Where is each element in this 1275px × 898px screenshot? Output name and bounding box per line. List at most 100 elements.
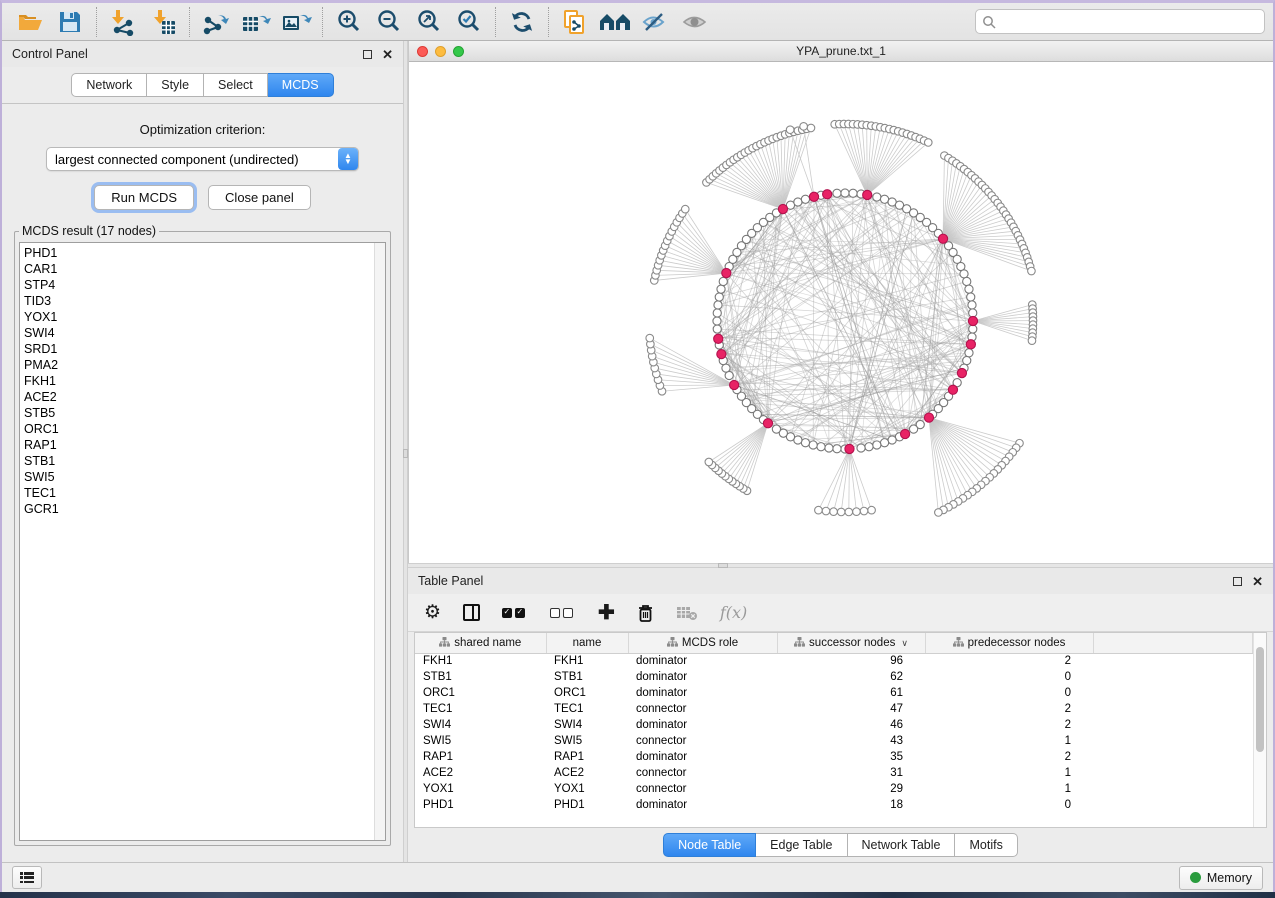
- mcds-result-item[interactable]: ACE2: [24, 389, 385, 405]
- table-row[interactable]: TEC1TEC1connector472: [415, 701, 1253, 717]
- search-input[interactable]: [1001, 15, 1258, 29]
- select-all-icon[interactable]: [502, 608, 528, 618]
- table-row[interactable]: SWI4SWI4dominator462: [415, 717, 1253, 733]
- network-node: [960, 270, 968, 278]
- mcds-result-item[interactable]: SWI5: [24, 469, 385, 485]
- search-box: [975, 9, 1265, 34]
- result-list-scrollbar[interactable]: [374, 243, 385, 840]
- network-node: [1028, 337, 1036, 345]
- mcds-result-list[interactable]: PHD1CAR1STP4TID3YOX1SWI4SRD1PMA2FKH1ACE2…: [19, 242, 386, 841]
- column-header-name[interactable]: name: [546, 633, 628, 653]
- float-panel-icon[interactable]: [363, 50, 372, 59]
- table-row[interactable]: SWI5SWI5connector431: [415, 733, 1253, 749]
- tab-network[interactable]: Network: [71, 73, 147, 97]
- table-row[interactable]: RAP1RAP1dominator352: [415, 749, 1253, 765]
- table-scrollbar[interactable]: [1253, 633, 1266, 827]
- show-all-icon[interactable]: [675, 6, 715, 38]
- import-network-icon[interactable]: [103, 6, 143, 38]
- mcds-result-item[interactable]: STB1: [24, 453, 385, 469]
- export-table-icon[interactable]: [236, 6, 276, 38]
- hide-selected-icon[interactable]: [635, 6, 675, 38]
- float-table-panel-icon[interactable]: [1233, 577, 1242, 586]
- column-header-predecessor-nodes[interactable]: predecessor nodes: [925, 633, 1093, 653]
- network-node: [801, 439, 809, 447]
- mcds-result-item[interactable]: FKH1: [24, 373, 385, 389]
- maximize-window-icon[interactable]: [453, 46, 464, 57]
- network-node: [646, 334, 654, 342]
- settings-gear-icon[interactable]: ⚙: [424, 603, 441, 622]
- mcds-result-item[interactable]: TEC1: [24, 485, 385, 501]
- network-view: YPA_prune.txt_1: [408, 41, 1273, 563]
- panel-toggle-button[interactable]: [12, 866, 42, 889]
- mcds-result-item[interactable]: GCR1: [24, 501, 385, 517]
- tab-node-table[interactable]: Node Table: [663, 833, 756, 857]
- save-session-icon[interactable]: [50, 6, 90, 38]
- duplicate-network-icon[interactable]: [555, 6, 595, 38]
- mcds-result-item[interactable]: STB5: [24, 405, 385, 421]
- import-table-icon[interactable]: [143, 6, 183, 38]
- tab-mcds[interactable]: MCDS: [268, 73, 334, 97]
- vertical-splitter[interactable]: [403, 41, 408, 862]
- network-node: [845, 508, 853, 516]
- network-node: [715, 293, 723, 301]
- zoom-in-icon[interactable]: [329, 6, 369, 38]
- tab-style[interactable]: Style: [147, 73, 204, 97]
- table-row[interactable]: ORC1ORC1dominator610: [415, 685, 1253, 701]
- network-node: [857, 444, 865, 452]
- close-panel-icon[interactable]: ✕: [382, 48, 393, 61]
- minimize-window-icon[interactable]: [435, 46, 446, 57]
- tab-motifs[interactable]: Motifs: [955, 833, 1017, 857]
- zoom-selected-icon[interactable]: [449, 6, 489, 38]
- mcds-result-item[interactable]: SRD1: [24, 341, 385, 357]
- mcds-result-item[interactable]: TID3: [24, 293, 385, 309]
- export-network-icon[interactable]: [196, 6, 236, 38]
- mcds-result-item[interactable]: CAR1: [24, 261, 385, 277]
- mcds-result-item[interactable]: PHD1: [24, 245, 385, 261]
- network-node: [801, 195, 809, 203]
- mcds-result-item[interactable]: YOX1: [24, 309, 385, 325]
- mcds-result-item[interactable]: RAP1: [24, 437, 385, 453]
- network-node: [860, 507, 868, 515]
- mcds-result-item[interactable]: PMA2: [24, 357, 385, 373]
- column-header-MCDS-role[interactable]: MCDS role: [628, 633, 777, 653]
- mcds-result-item[interactable]: SWI4: [24, 325, 385, 341]
- network-node: [822, 507, 830, 515]
- zoom-out-icon[interactable]: [369, 6, 409, 38]
- memory-status-icon: [1190, 872, 1201, 883]
- table-row[interactable]: PHD1PHD1dominator180: [415, 797, 1253, 813]
- criterion-selected-value: largest connected component (undirected): [55, 152, 338, 167]
- close-table-panel-icon[interactable]: ✕: [1252, 575, 1263, 588]
- network-canvas[interactable]: [409, 62, 1273, 563]
- show-columns-icon[interactable]: [463, 604, 480, 621]
- run-mcds-button[interactable]: Run MCDS: [94, 185, 194, 210]
- mcds-result-item[interactable]: ORC1: [24, 421, 385, 437]
- deselect-all-icon[interactable]: [550, 608, 576, 618]
- close-window-icon[interactable]: [417, 46, 428, 57]
- network-node: [817, 443, 825, 451]
- export-image-icon[interactable]: [276, 6, 316, 38]
- tab-network-table[interactable]: Network Table: [848, 833, 956, 857]
- network-node: [833, 189, 841, 197]
- close-panel-button[interactable]: Close panel: [208, 185, 311, 210]
- refresh-icon[interactable]: [502, 6, 542, 38]
- column-header-successor-nodes[interactable]: successor nodes∨: [777, 633, 925, 653]
- cytoscape-window: Control Panel ✕ NetworkStyleSelectMCDS O…: [0, 0, 1275, 892]
- table-row[interactable]: YOX1YOX1connector291: [415, 781, 1253, 797]
- table-row[interactable]: ACE2ACE2connector311: [415, 765, 1253, 781]
- table-row[interactable]: STB1STB1dominator620: [415, 669, 1253, 685]
- network-node: [830, 508, 838, 516]
- first-neighbors-icon[interactable]: [595, 6, 635, 38]
- create-column-icon[interactable]: ✚: [598, 603, 615, 623]
- tab-edge-table[interactable]: Edge Table: [756, 833, 847, 857]
- mcds-result-item[interactable]: STP4: [24, 277, 385, 293]
- delete-column-icon[interactable]: [637, 603, 654, 623]
- memory-button[interactable]: Memory: [1179, 866, 1263, 890]
- zoom-fit-icon[interactable]: [409, 6, 449, 38]
- horizontal-splitter[interactable]: [408, 563, 1273, 568]
- column-header-shared-name[interactable]: shared name: [415, 633, 546, 653]
- open-file-icon[interactable]: [10, 6, 50, 38]
- criterion-select[interactable]: largest connected component (undirected)…: [46, 147, 359, 171]
- tab-select[interactable]: Select: [204, 73, 268, 97]
- optimization-criterion-label: Optimization criterion:: [2, 122, 403, 137]
- table-row[interactable]: FKH1FKH1dominator962: [415, 653, 1253, 669]
